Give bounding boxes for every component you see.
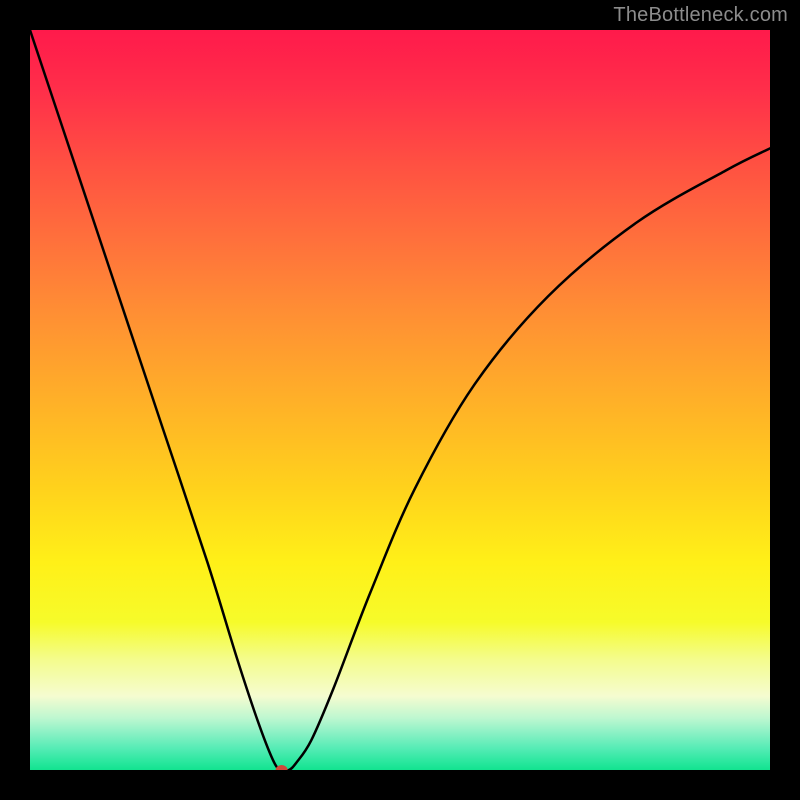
plot-area (30, 30, 770, 770)
bottleneck-curve (30, 30, 770, 770)
watermark-text: TheBottleneck.com (613, 4, 788, 27)
curve-path (30, 30, 770, 770)
chart-frame: TheBottleneck.com (0, 0, 800, 800)
